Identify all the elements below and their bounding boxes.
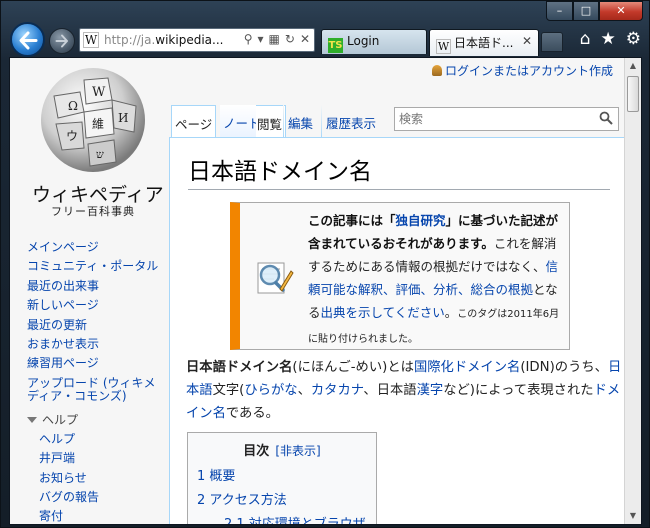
- svg-text:Ω: Ω: [68, 99, 78, 113]
- sidebar-item-help[interactable]: ヘルプ: [27, 430, 167, 449]
- notice-text: この記事には「独自研究」に基づいた記述が含まれているおそれがあります。これを解消…: [308, 213, 560, 345]
- sidebar-item-random[interactable]: おまかせ表示: [27, 335, 167, 354]
- tab-edit[interactable]: 編集: [285, 105, 316, 138]
- vertical-scrollbar[interactable]: ▲ ▼: [624, 58, 641, 524]
- maximize-button[interactable]: □: [573, 1, 599, 21]
- dropdown-arrow-icon[interactable]: ▾: [258, 32, 264, 46]
- search-box[interactable]: [394, 107, 619, 131]
- link-idn[interactable]: 国際化ドメイン名: [414, 360, 520, 375]
- wikipedia-logo[interactable]: Ω W И 維 ウ ש ウィキペディア フリー百科事典: [32, 66, 164, 218]
- toolbar-icons: ⌂ ★ ⚙: [580, 29, 641, 49]
- browser-window: – □ ✕ W http://ja.wikipedia... ⚲ ▾ ▦ ↻ ✕…: [0, 0, 650, 528]
- login-link[interactable]: ログインまたはアカウント作成: [431, 62, 613, 79]
- arrow-left-icon: [19, 31, 38, 50]
- address-tools: ⚲ ▾ ▦ ↻ ✕: [244, 32, 310, 46]
- scroll-up-icon[interactable]: ▲: [625, 58, 641, 74]
- refresh-icon[interactable]: ↻: [285, 32, 295, 46]
- address-bar[interactable]: W http://ja.wikipedia... ⚲ ▾ ▦ ↻ ✕: [79, 28, 315, 52]
- svg-text:維: 維: [92, 117, 104, 131]
- table-of-contents: 目次 [非表示] 1 概要 2 アクセス方法 2.1 対応環境とブラウザ: [187, 432, 377, 525]
- user-icon: [431, 65, 442, 76]
- stop-icon[interactable]: ✕: [300, 32, 310, 46]
- sidebar-item-upload[interactable]: アップロード (ウィキメディア・コモンズ): [27, 374, 167, 406]
- toc-toggle[interactable]: [非表示]: [275, 444, 320, 458]
- tab-history[interactable]: 履歴表示: [323, 105, 379, 138]
- sidebar-help-heading[interactable]: ヘルプ: [27, 411, 167, 430]
- address-url[interactable]: http://ja.wikipedia...: [104, 33, 223, 47]
- sidebar-nav: メインページ コミュニティ・ポータル 最近の出来事 新しいページ 最近の更新 お…: [27, 238, 167, 524]
- compatibility-icon[interactable]: ▦: [269, 32, 280, 46]
- ts-icon: TS: [328, 38, 343, 53]
- toc-item: 2.1 対応環境とブラウザ: [224, 517, 366, 525]
- home-icon[interactable]: ⌂: [580, 29, 591, 49]
- favorites-star-icon[interactable]: ★: [601, 29, 616, 49]
- logo-subtitle: フリー百科事典: [51, 205, 135, 218]
- close-tab-icon[interactable]: ✕: [522, 34, 532, 48]
- magnifier-pencil-icon: [257, 262, 294, 294]
- scroll-down-icon[interactable]: ▼: [625, 508, 641, 524]
- page-title: 日本語ドメイン名: [188, 152, 610, 190]
- toc-title: 目次: [243, 444, 270, 459]
- toc-item: 2 アクセス方法: [197, 493, 287, 508]
- search-icon[interactable]: [599, 111, 613, 125]
- sidebar-item-notices[interactable]: お知らせ: [27, 469, 167, 488]
- link-hiragana[interactable]: ひらがな: [244, 383, 297, 398]
- sidebar-item-new-pages[interactable]: 新しいページ: [27, 296, 167, 315]
- minimize-button[interactable]: –: [546, 1, 573, 21]
- new-tab-button[interactable]: [541, 32, 563, 52]
- svg-text:W: W: [92, 85, 106, 100]
- svg-text:ש: ש: [96, 148, 104, 161]
- sidebar-item-village-pump[interactable]: 井戸端: [27, 449, 167, 468]
- link-cite-sources[interactable]: 出典を示してください: [321, 305, 445, 320]
- svg-text:И: И: [118, 111, 128, 125]
- page-viewport: ログインまたはアカウント作成 Ω W И 維 ウ ש ウィキペディア フリー百科…: [9, 57, 642, 525]
- sidebar-item-recent-changes[interactable]: 最近の更新: [27, 316, 167, 335]
- tab-login[interactable]: TS Login: [321, 29, 427, 54]
- back-button[interactable]: [10, 22, 45, 57]
- article-content: 日本語ドメイン名 この記事には「独自研究」に基づいた記述が含まれているおそれがあ…: [169, 137, 641, 525]
- forward-button[interactable]: [49, 28, 75, 54]
- svg-text:ウ: ウ: [66, 129, 78, 143]
- tab-read[interactable]: 閲覧: [256, 105, 287, 138]
- login-label: ログインまたはアカウント作成: [444, 64, 613, 78]
- tab-wikipedia[interactable]: W 日本語ド... ✕: [429, 29, 539, 56]
- wikipedia-globe-icon: Ω W И 維 ウ ש: [41, 68, 145, 172]
- wikipedia-favicon-icon: W: [83, 32, 99, 48]
- sidebar-item-community[interactable]: コミュニティ・ポータル: [27, 257, 167, 276]
- tab-label: Login: [347, 34, 380, 48]
- scroll-thumb[interactable]: [627, 76, 639, 112]
- link-katakana[interactable]: カタカナ: [311, 383, 364, 398]
- settings-gear-icon[interactable]: ⚙: [626, 29, 641, 49]
- window-controls: – □ ✕: [546, 1, 643, 21]
- tab-page[interactable]: ページ: [171, 105, 217, 138]
- collapse-triangle-icon: [27, 416, 37, 423]
- sidebar-item-news[interactable]: 最近の出来事: [27, 277, 167, 296]
- wikipedia-icon: W: [436, 39, 451, 54]
- sidebar-item-bug-report[interactable]: バグの報告: [27, 488, 167, 507]
- search-input[interactable]: [395, 108, 585, 130]
- intro-paragraph: 日本語ドメイン名(にほんご-めい)とは国際化ドメイン名(IDN)のうち、日本語文…: [186, 360, 622, 421]
- sidebar-item-donate[interactable]: 寄付: [27, 507, 167, 524]
- link-original-research[interactable]: 独自研究: [396, 213, 446, 228]
- original-research-notice: この記事には「独自研究」に基づいた記述が含まれているおそれがあります。これを解消…: [230, 202, 570, 350]
- sidebar-item-main[interactable]: メインページ: [27, 238, 167, 257]
- close-button[interactable]: ✕: [599, 1, 643, 21]
- toc-item: 1 概要: [197, 469, 236, 484]
- arrow-right-icon: [55, 34, 68, 48]
- search-icon[interactable]: ⚲: [244, 32, 253, 46]
- sidebar-help-list: ヘルプ 井戸端 お知らせ バグの報告 寄付: [27, 430, 167, 524]
- sidebar-item-sandbox[interactable]: 練習用ページ: [27, 354, 167, 373]
- tab-label: 日本語ド...: [454, 36, 514, 50]
- link-kanji[interactable]: 漢字: [417, 383, 444, 398]
